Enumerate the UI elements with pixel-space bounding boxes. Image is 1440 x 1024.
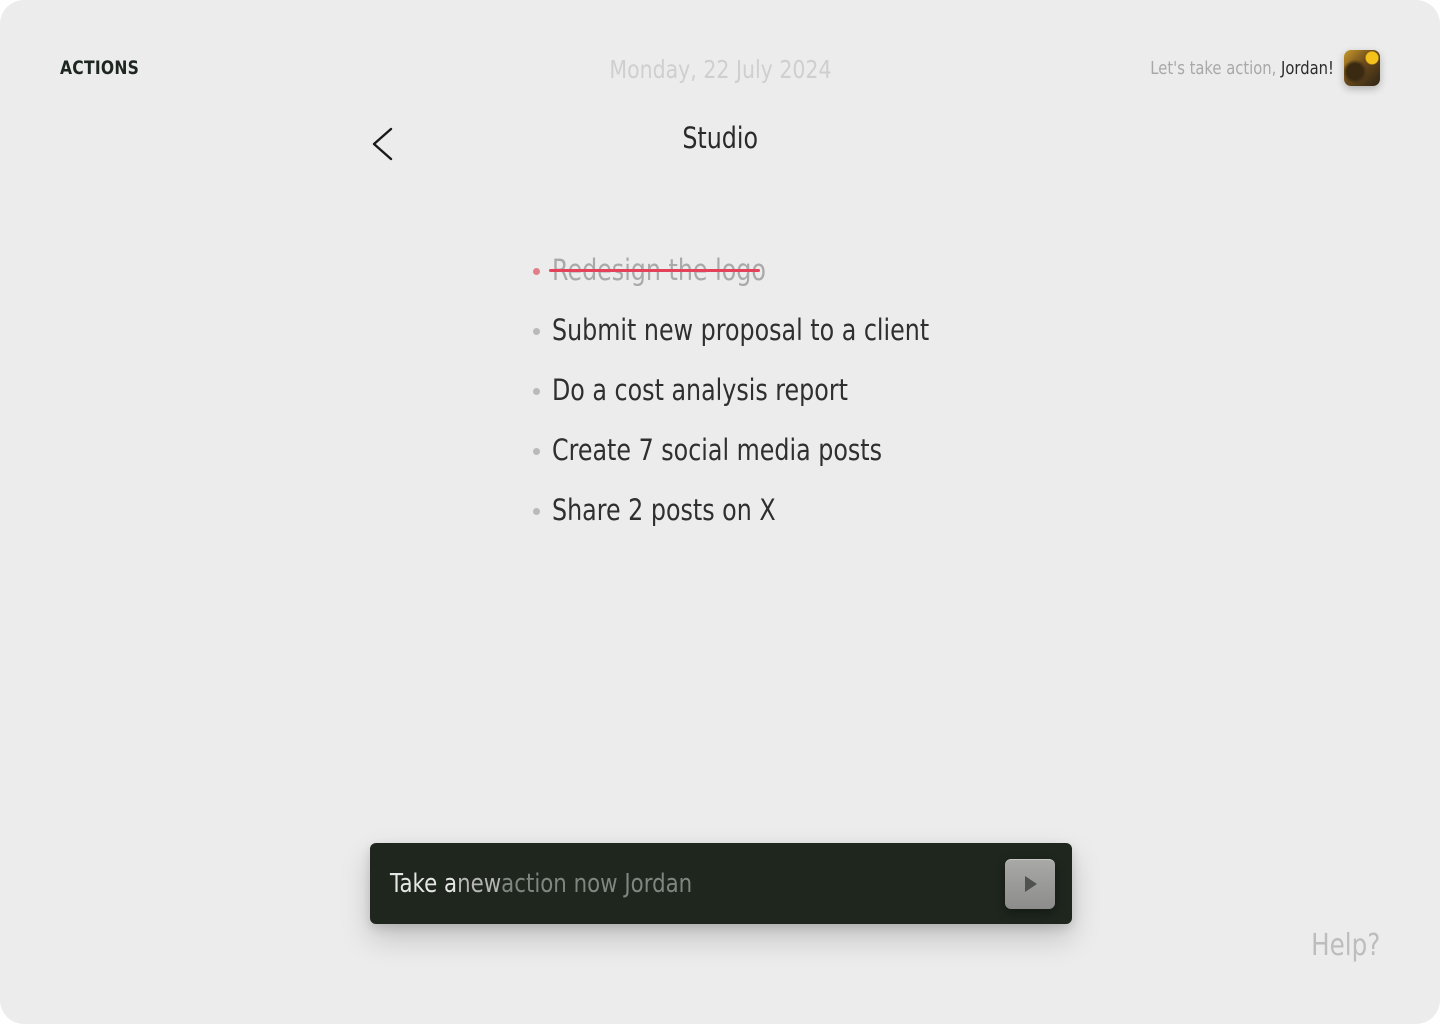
greeting-prefix: Let's take action, (1150, 58, 1282, 79)
bullet-dot (533, 327, 540, 335)
new-action-composer: Take a new action now Jordan (370, 843, 1072, 924)
task-item[interactable]: Create 7 social media posts (533, 420, 1012, 480)
strikethrough-line (549, 269, 760, 272)
list-title-text: Studio (682, 121, 758, 155)
bullet-dot (533, 267, 540, 275)
placeholder-part: Take a (390, 868, 458, 899)
user-name: Jordan! (1281, 58, 1334, 79)
task-item[interactable]: Redesign the logo (533, 240, 1012, 300)
task-text: Share 2 posts on X (552, 493, 776, 527)
avatar[interactable] (1344, 50, 1380, 86)
placeholder-part: action now Jordan (501, 868, 693, 899)
play-icon (1025, 876, 1037, 892)
current-date-text: Monday, 22 July 2024 (608, 55, 832, 84)
new-action-input[interactable]: Take a new action now Jordan (390, 843, 692, 924)
app-window: ACTIONS Monday, 22 July 2024 Let's take … (0, 0, 1440, 1024)
task-item[interactable]: Share 2 posts on X (533, 480, 1012, 540)
task-list: Redesign the logo Submit new proposal to… (533, 240, 1012, 540)
task-item[interactable]: Submit new proposal to a client (533, 300, 1012, 360)
greeting: Let's take action, Jordan! (1150, 58, 1334, 79)
bullet-dot (533, 447, 540, 455)
task-text: Do a cost analysis report (552, 373, 848, 407)
task-text: Create 7 social media posts (552, 433, 882, 467)
list-title: Studio (0, 121, 1440, 155)
task-text: Submit new proposal to a client (552, 313, 930, 347)
placeholder-part: new (457, 868, 502, 899)
send-button[interactable] (1005, 859, 1055, 909)
help-link[interactable]: Help? (1311, 928, 1380, 963)
bullet-dot (533, 507, 540, 515)
task-item[interactable]: Do a cost analysis report (533, 360, 1012, 420)
bullet-dot (533, 387, 540, 395)
